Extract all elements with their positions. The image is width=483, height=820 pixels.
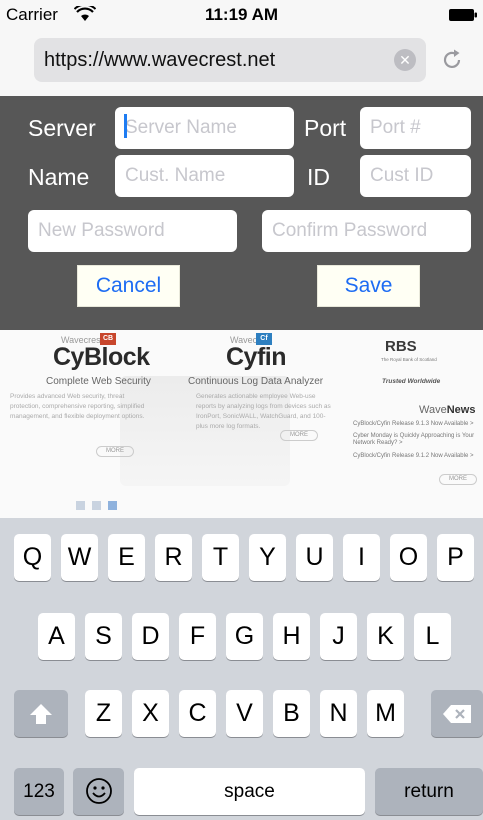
cyfin-tagline: Continuous Log Data Analyzer [188, 376, 324, 387]
key-o[interactable]: O [390, 534, 427, 581]
confirm-password-input[interactable] [262, 210, 471, 252]
key-e[interactable]: E [108, 534, 145, 581]
reload-icon[interactable] [440, 48, 464, 72]
clear-icon[interactable]: ✕ [394, 49, 416, 71]
key-u[interactable]: U [296, 534, 333, 581]
name-label: Name [28, 164, 90, 190]
key-w[interactable]: W [61, 534, 98, 581]
key-n[interactable]: N [320, 690, 357, 737]
key-a[interactable]: A [38, 613, 75, 660]
keyboard: Q W E R T Y U I O P A S D F G H J K L Z … [0, 518, 483, 820]
webpage-content: Wavecrest CB CyBlock Complete Web Securi… [0, 330, 483, 518]
news-item[interactable]: CyBlock/Cyfin Release 9.1.3 Now Availabl… [353, 421, 473, 427]
key-h[interactable]: H [273, 613, 310, 660]
rbs-news-column: RBS The Royal Bank of Scotland Trusted W… [345, 330, 483, 518]
cyblock-description: Provides advanced Web security, threat p… [10, 393, 145, 420]
cancel-button[interactable]: Cancel [77, 265, 180, 307]
carousel-dot-active[interactable] [108, 501, 117, 510]
cyblock-logo: CyBlock [53, 343, 150, 371]
cyblock-more-button[interactable]: MORE [96, 446, 134, 457]
news-more-button[interactable]: MORE [439, 474, 477, 485]
shift-icon [30, 704, 52, 724]
key-f[interactable]: F [179, 613, 216, 660]
key-j[interactable]: J [320, 613, 357, 660]
key-b[interactable]: B [273, 690, 310, 737]
id-label: ID [307, 164, 330, 190]
carousel-dot[interactable] [92, 501, 101, 510]
clock: 11:19 AM [204, 5, 279, 24]
key-q[interactable]: Q [14, 534, 51, 581]
browser-nav-bar: https://www.wavecrest.net ✕ [0, 30, 483, 96]
server-name-input[interactable] [115, 107, 294, 149]
save-button[interactable]: Save [317, 265, 420, 307]
key-d[interactable]: D [132, 613, 169, 660]
key-s[interactable]: S [85, 613, 122, 660]
key-c[interactable]: C [179, 690, 216, 737]
server-label: Server [28, 115, 96, 141]
app-screen: Carrier 11:19 AM https://www.wavecrest.n… [0, 0, 483, 820]
news-item[interactable]: Network Ready? > [353, 440, 403, 446]
backspace-icon [443, 705, 471, 723]
cyfin-logo: Cyfin [226, 343, 287, 371]
key-m[interactable]: M [367, 690, 404, 737]
new-password-input[interactable] [28, 210, 237, 252]
carousel-dot[interactable] [76, 501, 85, 510]
news-item[interactable]: CyBlock/Cyfin Release 9.1.2 Now Availabl… [353, 453, 473, 459]
key-k[interactable]: K [367, 613, 404, 660]
emoji-key[interactable] [73, 768, 124, 815]
key-z[interactable]: Z [85, 690, 122, 737]
key-i[interactable]: I [343, 534, 380, 581]
news-item[interactable]: Cyber Monday is Quickly Approaching is Y… [353, 433, 474, 439]
key-r[interactable]: R [155, 534, 192, 581]
text-cursor [124, 114, 127, 138]
url-field[interactable]: https://www.wavecrest.net ✕ [34, 38, 426, 82]
customer-id-input[interactable] [360, 155, 471, 197]
customer-name-input[interactable] [115, 155, 294, 197]
rbs-subtitle: The Royal Bank of Scotland [381, 357, 437, 362]
key-g[interactable]: G [226, 613, 263, 660]
key-v[interactable]: V [226, 690, 263, 737]
port-label: Port [304, 115, 347, 141]
url-text: https://www.wavecrest.net [44, 49, 276, 71]
return-key[interactable]: return [375, 768, 483, 815]
numbers-key[interactable]: 123 [14, 768, 64, 815]
battery-icon [449, 9, 477, 21]
cyfin-more-button[interactable]: MORE [280, 430, 318, 441]
cyfin-column: Wavecrest Cf Cyfin Continuous Log Data A… [188, 330, 338, 518]
key-y[interactable]: Y [249, 534, 286, 581]
shift-key[interactable] [14, 690, 68, 737]
news-title: WaveNews [419, 404, 476, 416]
port-input[interactable] [360, 107, 471, 149]
cyblock-tagline: Complete Web Security [46, 376, 151, 387]
key-p[interactable]: P [437, 534, 474, 581]
cyfin-description: Generates actionable employee Web-use re… [196, 393, 331, 430]
emoji-icon [85, 778, 112, 804]
key-l[interactable]: L [414, 613, 451, 660]
rbs-logo: RBS [385, 338, 417, 355]
delete-key[interactable] [431, 690, 483, 737]
space-key[interactable]: space [134, 768, 365, 815]
cyblock-column: Wavecrest CB CyBlock Complete Web Securi… [0, 330, 160, 518]
status-bar: Carrier 11:19 AM [0, 0, 483, 30]
key-x[interactable]: X [132, 690, 169, 737]
key-t[interactable]: T [202, 534, 239, 581]
rbs-tagline: Trusted Worldwide [382, 378, 441, 385]
